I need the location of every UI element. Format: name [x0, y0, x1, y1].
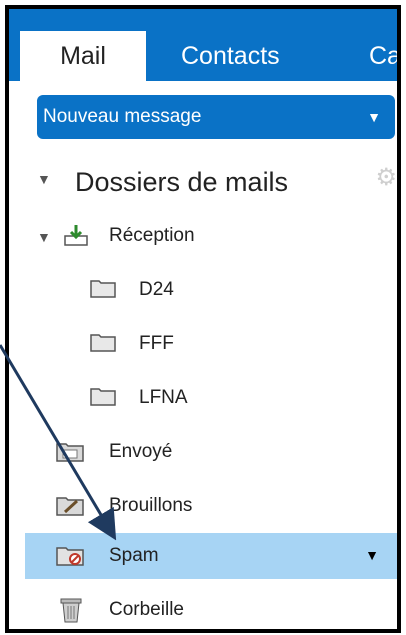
annotation-arrow: [0, 344, 117, 541]
